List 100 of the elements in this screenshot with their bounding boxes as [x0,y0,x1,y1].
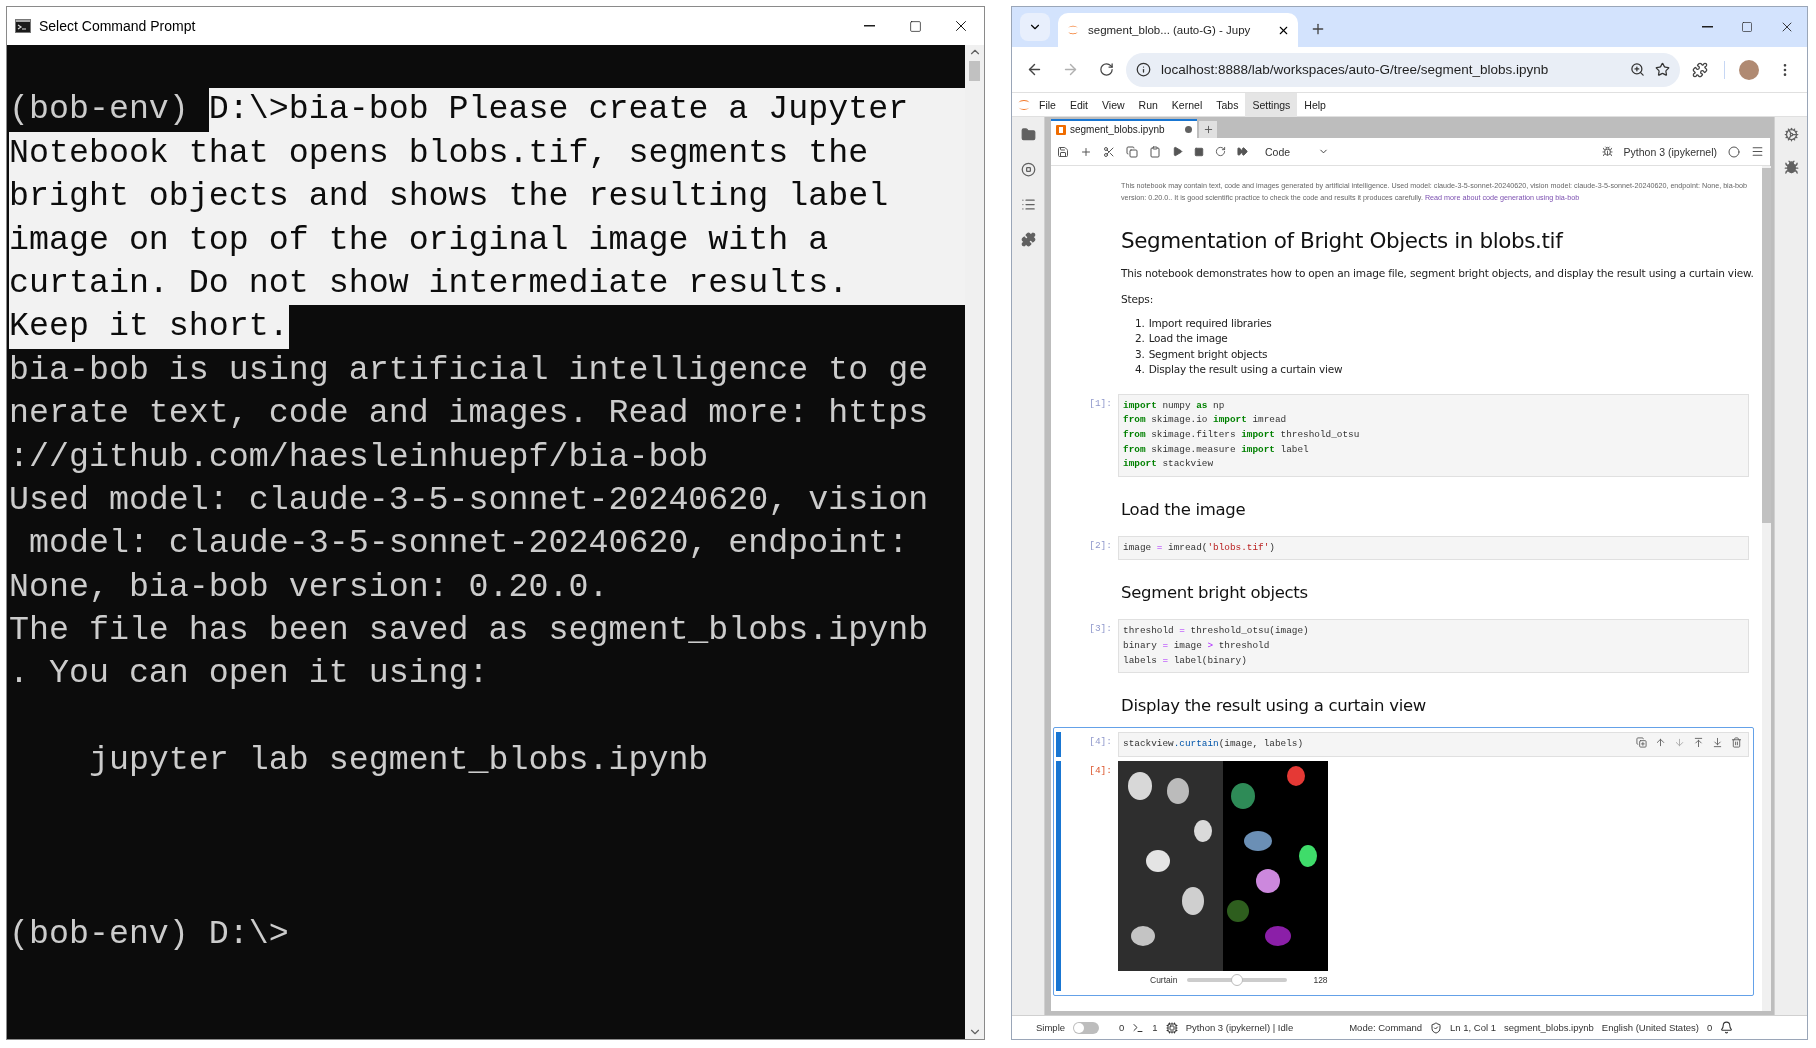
folder-icon[interactable] [1020,127,1036,142]
save-icon[interactable] [1057,145,1069,158]
menu-item[interactable]: File [1032,92,1063,117]
terminal-text: . You can open it using: [9,653,489,695]
terminal-count: 0 [1119,1022,1125,1033]
code-cell[interactable]: threshold = threshold_otsu(image) binary = image > threshold labels = label(binary) [1118,619,1749,674]
menu-item[interactable]: Settings [1245,92,1298,117]
menu-item[interactable]: Edit [1062,92,1095,117]
address-bar[interactable]: localhost:8888/lab/workspaces/auto-G/tree/segment_blobs.ipynb [1126,52,1680,87]
cursor-position[interactable]: Ln 1, Col 1 [1450,1022,1497,1033]
puzzle-icon [1692,61,1708,78]
kernel-idle-icon [1728,145,1740,158]
cell-collapser[interactable] [1056,732,1061,757]
bug-icon[interactable] [1783,160,1799,175]
selected-cell[interactable]: [4]: stackview.curtain(image, labels) [4]: Curtain 128 [1053,727,1754,996]
kernel-name[interactable]: Python 3 (ipykernel) [1623,145,1717,158]
language-status[interactable]: English (United States) [1601,1022,1699,1033]
command-prompt-icon [15,19,31,33]
list-item: Segment bright objects [1148,347,1268,360]
input-prompt: [3]: [1088,622,1113,637]
terminal-text: bia-bob is using artificial intelligence to ge [9,349,929,391]
code-cell[interactable]: stackview.curtain(image, labels) [1118,732,1749,757]
output-prompt: [4]: [1088,763,1113,778]
notebook-title: Segmentation of Bright Objects in blobs.tif [1121,228,1565,253]
plus-icon [1202,124,1214,135]
input-prompt: [4]: [1088,735,1113,750]
terminal-text: (bob-env) D:\> [9,913,289,955]
terminal-text: jupyter lab segment_blobs.ipynb [87,740,709,782]
kernel-status[interactable]: Python 3 (ipykernel) | Idle [1185,1022,1294,1033]
add-cell-icon[interactable] [1080,145,1092,158]
section-heading: Segment bright objects [1121,583,1309,603]
cut-icon[interactable] [1103,145,1115,158]
menu-item[interactable]: Run [1131,92,1165,117]
list-icon[interactable] [1020,197,1036,212]
insert-below-icon[interactable] [1711,737,1723,749]
restart-icon[interactable] [1215,146,1226,157]
browser-tab[interactable]: segment_blob... (auto-G) - Jupy [1058,13,1298,47]
new-launcher-button[interactable] [1199,121,1217,138]
duplicate-icon[interactable] [1635,737,1647,749]
scroll-thumb[interactable] [969,61,980,81]
list-number: 2. [1135,332,1145,345]
slider-label: Curtain [1150,974,1178,985]
menu-icon[interactable] [1751,145,1764,158]
menu-item[interactable]: Kernel [1164,92,1210,117]
menu-item[interactable]: View [1095,92,1132,117]
notebook-file-icon [1056,124,1066,135]
code-cell[interactable]: import numpy as np from skimage.io import imread from skimage.filters import threshold_otsu from skimage.measure import label import stackview [1118,393,1749,477]
terminal-text: model: claude-3-5-sonnet-20240620, endpoint: [27,523,909,565]
terminal-text: nerate text, code and images. Read more: https [9,393,929,435]
slider-thumb[interactable] [1231,973,1244,986]
stop-circle-icon[interactable] [1020,162,1036,177]
bug-icon[interactable] [1601,146,1613,157]
shield-icon[interactable] [1430,1021,1443,1034]
terminal-text: The file has been saved as segment_blobs.ipynb [9,610,929,652]
simple-mode-toggle[interactable] [1073,1021,1100,1034]
list-number: 3. [1135,347,1145,360]
bookmark-star-icon[interactable] [1655,62,1670,77]
reload-icon [1098,62,1114,77]
mode-status[interactable]: Mode: Command [1349,1022,1423,1033]
code-line: from skimage.filters import threshold_otsu [1123,428,1360,443]
terminal-icon[interactable] [1132,1021,1145,1034]
slider-value: 128 [1313,974,1328,985]
paragraph: Steps: [1121,293,1154,305]
cell-type-dropdown[interactable]: Code [1259,145,1330,158]
profile-avatar[interactable] [1739,59,1759,80]
delete-icon[interactable] [1730,737,1742,749]
menu-item[interactable]: Tabs [1209,92,1246,117]
terminal-text: Used model: claude-3-5-sonnet-20240620, vision [9,479,929,521]
scrollbar[interactable] [965,45,984,1039]
bell-icon[interactable] [1720,1021,1734,1034]
zoom-icon[interactable] [1630,62,1645,77]
menu-item[interactable]: Help [1297,92,1333,117]
stop-icon[interactable] [1194,146,1204,157]
list-number: 4. [1135,362,1145,375]
plus-icon [1310,21,1326,37]
insert-above-icon[interactable] [1692,737,1704,749]
selected-text: bright objects and shows the resulting label [9,175,965,219]
list-item: Load the image [1148,332,1228,345]
code-line: stackview.curtain(image, labels) [1123,737,1304,752]
run-all-icon[interactable] [1237,146,1248,157]
puzzle-icon[interactable] [1020,232,1036,247]
move-up-icon[interactable] [1654,737,1666,749]
code-line: from skimage.io import imread [1123,413,1287,428]
code-cell[interactable]: image = imread('blobs.tif') [1118,535,1749,561]
chip-icon[interactable] [1165,1021,1178,1034]
list-item: Display the result using a curtain view [1148,362,1343,375]
list-number: 1. [1135,317,1145,329]
info-icon[interactable] [1136,62,1151,77]
simple-mode-label: Simple [1036,1022,1066,1033]
notebook-tab[interactable]: segment_blobs.ipynb [1051,119,1197,138]
maximize-icon [1741,21,1753,33]
kernel-count: 1 [1152,1022,1158,1033]
code-line: threshold = threshold_otsu(image) [1123,624,1309,639]
input-prompt: [1]: [1088,396,1113,411]
paste-icon[interactable] [1149,145,1161,158]
scrollbar[interactable] [1761,166,1771,1011]
run-icon[interactable] [1172,146,1183,157]
window-title: Select Command Prompt [39,18,197,34]
code-line: import stackview [1123,457,1214,472]
copy-icon[interactable] [1126,145,1138,158]
